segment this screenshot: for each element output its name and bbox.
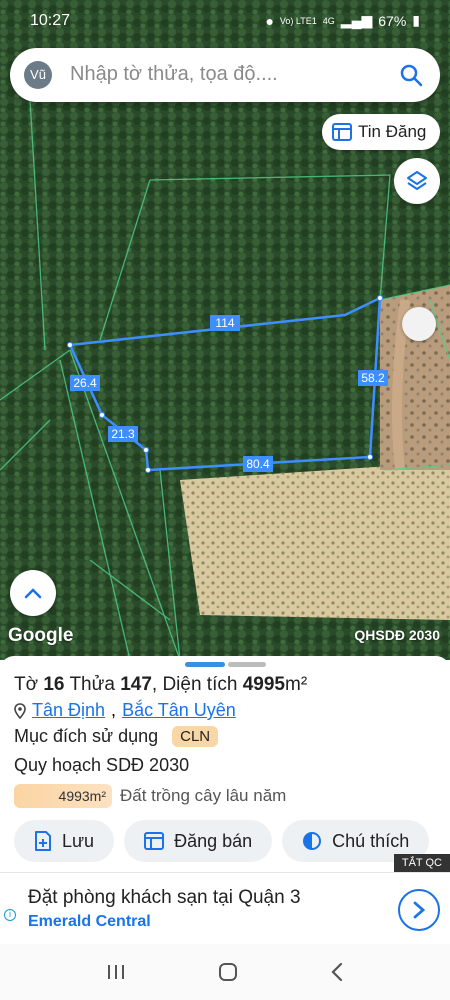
edge-label-right: 58.2 [361, 371, 385, 385]
expand-button[interactable] [10, 570, 56, 616]
status-icons: ● Vo) LTE1 4G ▂▄▆ 67% ▮ [265, 12, 420, 29]
add-file-icon [35, 831, 51, 851]
land-use-badge: CLN [172, 726, 219, 747]
clock: 10:27 [30, 12, 71, 29]
sheet-handle-active[interactable] [185, 662, 225, 667]
plan-area-badge: 4993m² [14, 784, 112, 808]
legend-label: Chú thích [332, 830, 410, 851]
battery-icon: ▮ [412, 12, 420, 28]
signal-bars-icon: ▂▄▆ [340, 12, 373, 28]
plan-title: Quy hoạch SDĐ 2030 [14, 755, 190, 775]
google-logo: Google [8, 625, 74, 646]
pin-icon [14, 702, 26, 719]
listing-icon [332, 123, 352, 141]
search-input[interactable]: Nhập tờ thửa, tọa độ.... [70, 63, 278, 86]
area-value: 4995 [242, 674, 285, 695]
land-use-label: Mục đích sử dụng [14, 726, 159, 746]
plan-layer-label: QHSDĐ 2030 [354, 627, 440, 643]
sheet-handle[interactable] [228, 662, 266, 667]
edge-label-lower-left: 21.3 [111, 427, 135, 441]
tin-dang-button[interactable]: Tin Đăng [322, 114, 440, 150]
area-label: Diện tích [162, 674, 238, 695]
parcel-title: Tờ 16 Thửa 147, Diện tích 4995m² [14, 674, 308, 695]
district-link[interactable]: Bắc Tân Uyên [122, 700, 236, 721]
edge-label-top: 114 [215, 316, 234, 330]
location-row: Tân Định, Bắc Tân Uyên [14, 700, 236, 721]
system-nav-bar [0, 944, 450, 1000]
info-icon[interactable]: i [4, 909, 16, 921]
post-sale-button[interactable]: Đăng bán [124, 820, 273, 862]
save-label: Lưu [62, 830, 95, 851]
contrast-icon [303, 832, 322, 850]
recent-apps-icon[interactable] [106, 963, 126, 981]
sheet-label: Tờ [14, 674, 39, 695]
edge-label-left: 26.4 [73, 376, 97, 390]
ad-open-button[interactable] [398, 889, 440, 931]
sheet-number: 16 [43, 674, 65, 695]
map-marker-button[interactable] [402, 307, 436, 341]
network-label: Vo) LTE1 [279, 15, 317, 26]
back-icon[interactable] [330, 962, 344, 982]
battery-level: 67% [378, 12, 407, 29]
plan-row: 4993m² Đất trồng cây lâu năm [14, 784, 286, 808]
chevron-up-icon [24, 588, 42, 599]
post-sale-label: Đăng bán [174, 830, 253, 851]
close-ad-button[interactable]: TẮT QC [393, 854, 450, 872]
area-unit: m² [285, 674, 308, 695]
search-icon[interactable] [398, 62, 424, 88]
tin-dang-label: Tin Đăng [358, 122, 427, 141]
ad-title: Đặt phòng khách sạn tại Quận 3 [28, 887, 301, 908]
listing-icon [144, 832, 165, 850]
location-icon: ● [265, 12, 274, 29]
signal-label: 4G [322, 15, 335, 26]
land-use-row: Mục đích sử dụng CLN [14, 726, 219, 747]
chevron-right-icon [413, 901, 426, 919]
action-bar: Lưu Đăng bán Chú thích [14, 820, 430, 862]
home-icon[interactable] [217, 961, 239, 983]
status-bar: 10:27 ● Vo) LTE1 4G ▂▄▆ 67% ▮ [0, 0, 450, 42]
parcel-sheet: Tờ 16 Thửa 147, Diện tích 4995m² Tân Địn… [0, 656, 450, 870]
ad-banner[interactable]: i Đặt phòng khách sạn tại Quận 3 Emerald… [0, 872, 450, 944]
ad-brand: Emerald Central [28, 913, 151, 930]
save-button[interactable]: Lưu [14, 820, 115, 862]
plan-land-type: Đất trồng cây lâu năm [120, 786, 287, 805]
parcel-number: 147 [120, 674, 152, 695]
search-bar[interactable]: Vũ Nhập tờ thửa, tọa độ.... [10, 48, 440, 102]
edge-label-bottom: 80.4 [246, 457, 270, 471]
parcel-label: Thửa [69, 674, 115, 695]
layers-button[interactable] [394, 158, 440, 204]
avatar[interactable]: Vũ [24, 61, 52, 89]
layers-icon [407, 171, 427, 190]
ward-link[interactable]: Tân Định [32, 700, 105, 721]
